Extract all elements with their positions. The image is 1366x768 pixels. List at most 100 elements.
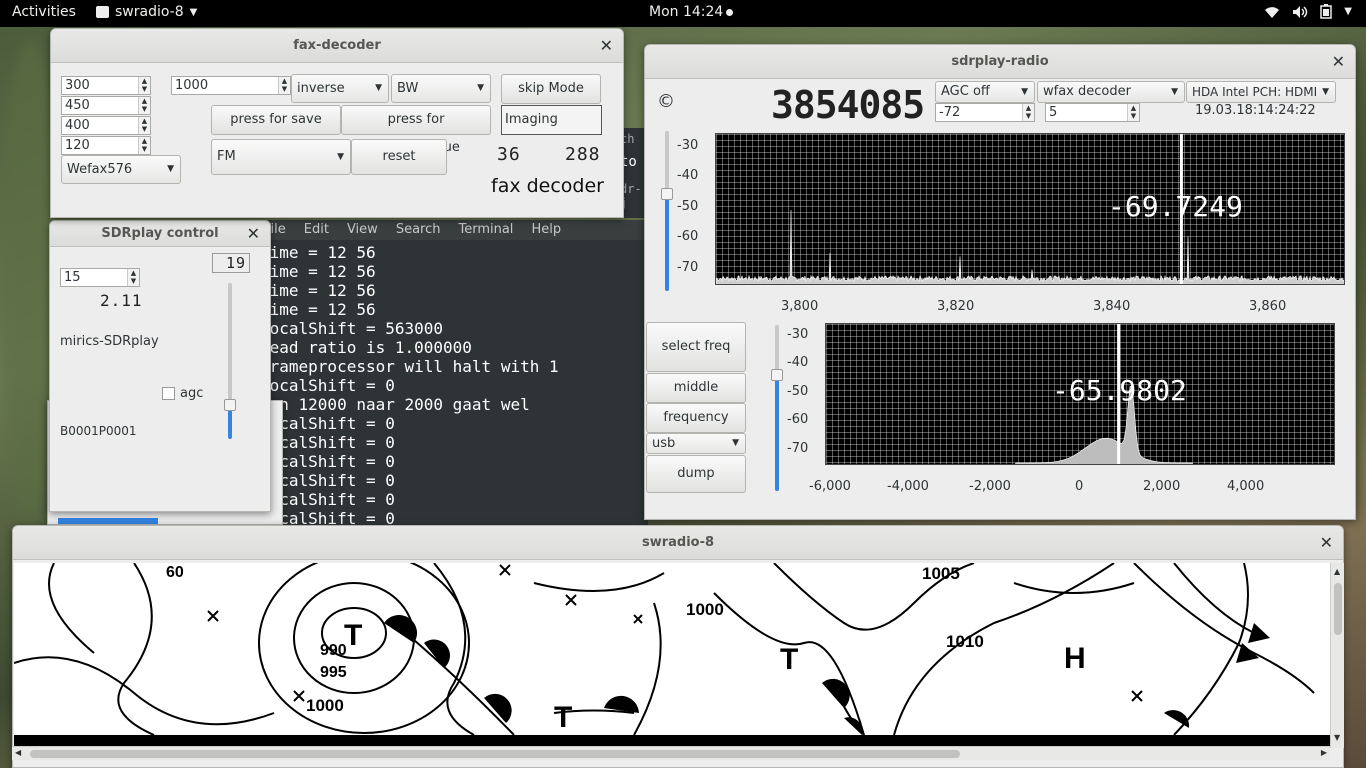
spin-arrows-icon[interactable]: ▲ ▼ — [138, 97, 150, 114]
serial-number: B0001P0001 — [60, 424, 137, 438]
dump-button[interactable]: dump — [646, 455, 746, 493]
spin-value: 300 — [65, 78, 90, 93]
audio-slider-handle[interactable] — [771, 369, 783, 381]
copyright-icon[interactable]: © — [657, 91, 675, 112]
terminal-line: Time = 12 56 — [268, 281, 376, 300]
x-tick-label: 3,820 — [937, 299, 975, 314]
spin-arrows-icon[interactable]: ▲ ▼ — [278, 77, 290, 94]
close-icon[interactable]: ✕ — [247, 221, 260, 247]
spectrum-plot[interactable]: -69.7249 — [715, 133, 1345, 285]
terminal-output[interactable]: Time = 12 56 Time = 12 56 Time = 12 56 Time… — [268, 240, 648, 528]
y-tick-label: -50 — [677, 198, 699, 214]
activities-button[interactable]: Activities — [12, 4, 76, 20]
mode-select[interactable]: usb ▼ — [646, 433, 746, 454]
sdrplay-control-window[interactable]: SDRplay control ✕ 15 ▲ ▼ 19 2.11 mirics-S… — [49, 220, 271, 512]
map-label-h: H — [1064, 642, 1086, 675]
scroll-down-icon[interactable]: ▼ — [1334, 733, 1340, 742]
agc-combo[interactable]: AGC off ▼ — [935, 81, 1035, 103]
fax-spin-2[interactable]: 450 ▲ ▼ — [61, 96, 151, 115]
spin-arrows-icon[interactable]: ▲ ▼ — [1127, 104, 1139, 121]
scroll-left-icon[interactable]: ◀ — [15, 748, 21, 757]
gain-value: 15 — [64, 270, 81, 285]
spin-arrows-icon[interactable]: ▲ ▼ — [138, 77, 150, 94]
menu-help[interactable]: Help — [531, 220, 561, 240]
autocontinue-button[interactable]: press for autoContinue — [341, 105, 491, 155]
terminal-line: localShift = 563000 — [268, 319, 444, 338]
spectrum-trace — [716, 134, 1344, 284]
inverse-combo[interactable]: inverse ▼ — [291, 74, 389, 103]
gain-slider-handle[interactable] — [224, 399, 236, 411]
reset-button[interactable]: reset — [351, 139, 447, 175]
fax-spin-rate[interactable]: 1000 ▲ ▼ — [171, 76, 291, 95]
sdrplay-radio-window[interactable]: sdrplay-radio ✕ © 3854085 AGC off ▼ wfax … — [644, 44, 1356, 520]
spin-arrows-icon[interactable]: ▲ ▼ — [127, 269, 139, 286]
audio-slider-fill — [775, 379, 779, 491]
menu-edit[interactable]: Edit — [304, 220, 329, 240]
menu-view[interactable]: View — [347, 220, 378, 240]
notification-dot-icon — [726, 8, 734, 16]
mode-combo[interactable]: Wefax576 ▼ — [61, 155, 181, 184]
audio-device-combo[interactable]: HDA Intel PCH: HDMI ▼ — [1186, 81, 1336, 103]
spin-value: 400 — [65, 118, 90, 133]
fax-spin-4[interactable]: 120 ▲ ▼ — [61, 136, 151, 155]
bw-combo[interactable]: BW ▼ — [391, 74, 491, 103]
spin-arrows-icon[interactable]: ▲ ▼ — [138, 137, 150, 154]
spin-arrows-icon[interactable]: ▲ ▼ — [138, 117, 150, 134]
audio-spectrum-plot[interactable]: -65.9802 — [825, 323, 1335, 465]
spectrum-slider-handle[interactable] — [661, 188, 673, 200]
vertical-scrollbar[interactable]: ▲ ▼ — [1330, 563, 1344, 748]
map-label-1000-2: 1000 — [306, 696, 344, 715]
spin-value: 120 — [65, 138, 90, 153]
frequency-save-button[interactable]: frequency save — [646, 403, 746, 453]
window-title: sdrplay-radio — [951, 54, 1049, 69]
map-label-60: 60 — [166, 564, 184, 581]
map-label-995: 995 — [320, 664, 347, 681]
device-name: mirics-SDRplay — [60, 334, 159, 349]
clock[interactable]: Mon 14:24 — [649, 4, 734, 20]
terminal-line: localShift = 0 — [268, 376, 395, 395]
step-spinbox[interactable]: 5 ▲ ▼ — [1045, 103, 1140, 122]
scroll-right-icon[interactable]: ▶ — [1321, 748, 1327, 757]
fax-image-bottom-border — [14, 735, 1330, 746]
system-tray[interactable]: ▼ — [1264, 4, 1352, 19]
terminal-line: Time = 12 56 — [268, 243, 376, 262]
y-tick-label: -60 — [677, 229, 699, 245]
chevron-down-icon: ▼ — [1344, 6, 1352, 17]
threshold-spinbox[interactable]: -72 ▲ ▼ — [935, 103, 1035, 122]
top-bar: Activities swradio-8 ▼ Mon 14:24 ▼ — [0, 0, 1366, 27]
map-label-t: T — [780, 643, 798, 676]
fax-decoder-label: fax decoder — [491, 175, 604, 197]
agc-checkbox[interactable] — [162, 387, 175, 400]
app-menu[interactable]: swradio-8 ▼ — [96, 4, 197, 20]
middle-button[interactable]: middle — [646, 373, 746, 403]
scroll-up-icon[interactable]: ▲ — [1334, 567, 1340, 576]
fax-decoder-window[interactable]: fax-decoder ✕ 300 ▲ ▼ 450 ▲ ▼ 400 ▲ ▼ 120 ▲ ▼ We… — [50, 28, 624, 218]
gain-spinbox[interactable]: 15 ▲ ▼ — [60, 268, 140, 287]
horizontal-scrollbar[interactable]: ◀ ▶ — [12, 746, 1330, 760]
terminal-line: localShift = 0 — [268, 452, 395, 471]
x-tick-label: 0 — [1075, 479, 1084, 494]
terminal-window[interactable]: File Edit View Search Terminal Help Time… — [268, 220, 648, 530]
sdrplay-radio-titlebar: sdrplay-radio ✕ — [645, 45, 1355, 79]
spin-arrows-icon[interactable]: ▲ ▼ — [1022, 104, 1034, 121]
close-icon[interactable]: ✕ — [1332, 45, 1345, 79]
combo-value: Wefax576 — [67, 162, 133, 177]
terminal-line: localShift = 0 — [268, 414, 395, 433]
scrollbar-thumb[interactable] — [1334, 583, 1342, 635]
fax-spin-3[interactable]: 400 ▲ ▼ — [61, 116, 151, 135]
terminal-menubar: File Edit View Search Terminal Help — [268, 220, 648, 240]
save-button[interactable]: press for save — [211, 105, 341, 135]
h-scrollbar-thumb[interactable] — [30, 750, 960, 758]
close-icon[interactable]: ✕ — [600, 29, 613, 63]
wifi-icon — [1265, 6, 1280, 18]
select-freq-button[interactable]: select freq — [646, 322, 746, 372]
lcd-image-count: 288 — [565, 144, 601, 165]
decoder-combo[interactable]: wfax decoder ▼ — [1037, 81, 1185, 103]
skip-mode-button[interactable]: skip Mode — [501, 74, 601, 104]
menu-search[interactable]: Search — [396, 220, 441, 240]
close-icon[interactable]: ✕ — [1320, 526, 1333, 560]
fm-combo[interactable]: FM ▼ — [211, 139, 351, 175]
combo-value: usb — [652, 436, 676, 451]
menu-terminal[interactable]: Terminal — [458, 220, 513, 240]
fax-spin-1[interactable]: 300 ▲ ▼ — [61, 76, 151, 95]
